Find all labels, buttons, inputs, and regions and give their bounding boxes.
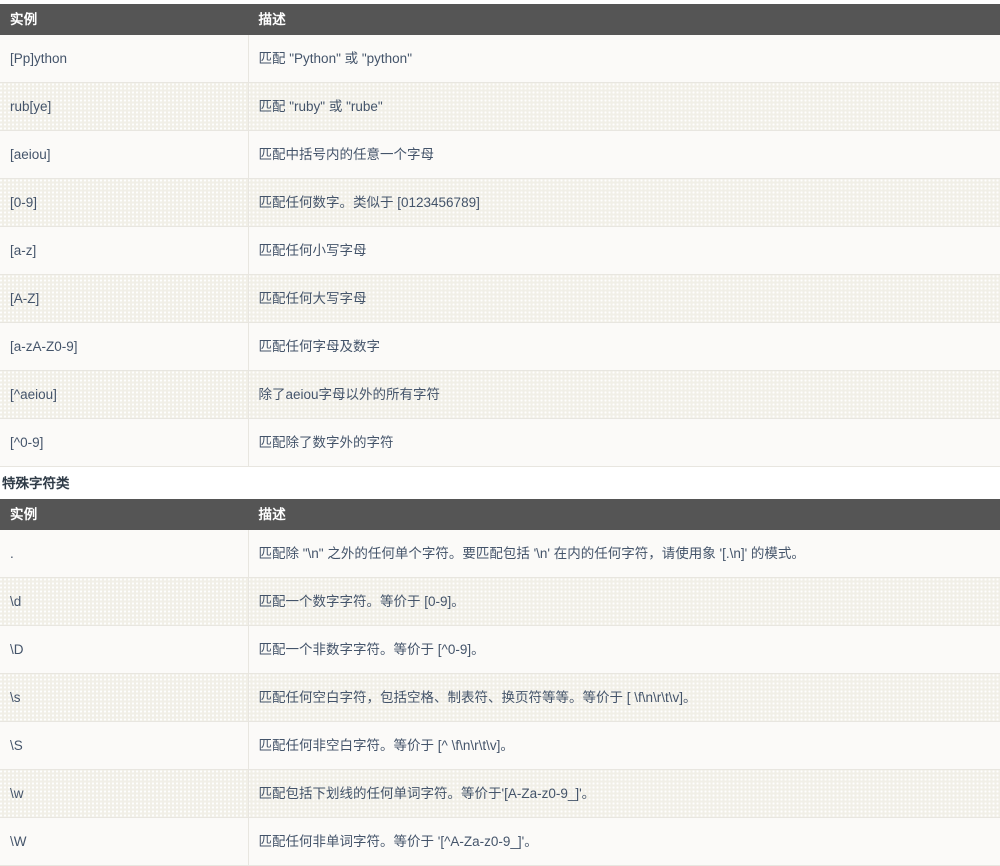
table-row: [^aeiou] 除了aeiou字母以外的所有字符 — [0, 370, 1000, 419]
column-header-example: 实例 — [0, 499, 248, 530]
cell-example: \d — [0, 577, 249, 626]
cell-description: 匹配任何大写字母 — [248, 274, 1000, 323]
cell-example: [A-Z] — [0, 274, 249, 323]
cell-description: 匹配一个非数字字符。等价于 [^0-9]。 — [248, 625, 1000, 674]
cell-description: 匹配 "Python" 或 "python" — [248, 35, 1000, 83]
table-row: [a-zA-Z0-9] 匹配任何字母及数字 — [0, 322, 1000, 371]
table-row: . 匹配除 "\n" 之外的任何单个字符。要匹配包括 '\n' 在内的任何字符，… — [0, 530, 1000, 578]
cell-example: \s — [0, 673, 249, 722]
table-header: 实例 描述 — [0, 4, 1000, 35]
cell-example: [aeiou] — [0, 130, 249, 179]
table-row: \D 匹配一个非数字字符。等价于 [^0-9]。 — [0, 625, 1000, 674]
cell-example: \S — [0, 721, 249, 770]
column-header-description: 描述 — [247, 4, 1000, 35]
section-heading-special-character-class: 特殊字符类 — [2, 476, 70, 491]
cell-description: 匹配包括下划线的任何单词字符。等价于'[A-Za-z0-9_]'。 — [248, 769, 1000, 818]
cell-description: 匹配任何字母及数字 — [248, 322, 1000, 371]
cell-example: [a-zA-Z0-9] — [0, 322, 249, 371]
cell-example: rub[ye] — [0, 82, 249, 131]
table-header-row: 实例 描述 — [0, 4, 1000, 35]
table-row: [^0-9] 匹配除了数字外的字符 — [0, 418, 1000, 467]
cell-example: [a-z] — [0, 226, 249, 275]
cell-example: [0-9] — [0, 178, 249, 227]
cell-description: 匹配一个数字字符。等价于 [0-9]。 — [248, 577, 1000, 626]
cell-example: \W — [0, 817, 249, 866]
cell-description: 匹配任何非单词字符。等价于 '[^A-Za-z0-9_]'。 — [248, 817, 1000, 866]
cell-example: \D — [0, 625, 249, 674]
cell-description: 匹配中括号内的任意一个字母 — [248, 130, 1000, 179]
cell-description: 匹配任何小写字母 — [248, 226, 1000, 275]
cell-description: 匹配除 "\n" 之外的任何单个字符。要匹配包括 '\n' 在内的任何字符，请使… — [248, 530, 1000, 578]
cell-description: 匹配 "ruby" 或 "rube" — [248, 82, 1000, 131]
table-header-row: 实例 描述 — [0, 499, 1000, 530]
special-character-class-table: 实例 描述 . 匹配除 "\n" 之外的任何单个字符。要匹配包括 '\n' 在内… — [0, 499, 1000, 866]
cell-description: 匹配任何非空白字符。等价于 [^ \f\n\r\t\v]。 — [248, 721, 1000, 770]
cell-description: 匹配除了数字外的字符 — [248, 418, 1000, 467]
cell-example: [Pp]ython — [0, 35, 249, 83]
table-body: [Pp]ython 匹配 "Python" 或 "python" rub[ye]… — [0, 35, 1000, 467]
table-row: [A-Z] 匹配任何大写字母 — [0, 274, 1000, 323]
table-row: [aeiou] 匹配中括号内的任意一个字母 — [0, 130, 1000, 179]
table-body: . 匹配除 "\n" 之外的任何单个字符。要匹配包括 '\n' 在内的任何字符，… — [0, 530, 1000, 866]
cell-example: \w — [0, 769, 249, 818]
table-row: [Pp]ython 匹配 "Python" 或 "python" — [0, 35, 1000, 83]
table-row: [a-z] 匹配任何小写字母 — [0, 226, 1000, 275]
cell-example: [^aeiou] — [0, 370, 249, 419]
cell-description: 除了aeiou字母以外的所有字符 — [248, 370, 1000, 419]
table-row: [0-9] 匹配任何数字。类似于 [0123456789] — [0, 178, 1000, 227]
column-header-example: 实例 — [0, 4, 248, 35]
cell-example: . — [0, 530, 249, 578]
table-row: \s 匹配任何空白字符，包括空格、制表符、换页符等等。等价于 [ \f\n\r\… — [0, 673, 1000, 722]
table-row: \W 匹配任何非单词字符。等价于 '[^A-Za-z0-9_]'。 — [0, 817, 1000, 866]
table-row: \w 匹配包括下划线的任何单词字符。等价于'[A-Za-z0-9_]'。 — [0, 769, 1000, 818]
table-row: rub[ye] 匹配 "ruby" 或 "rube" — [0, 82, 1000, 131]
regex-reference-page: 实例 描述 [Pp]ython 匹配 "Python" 或 "python" r… — [0, 0, 1000, 866]
cell-description: 匹配任何空白字符，包括空格、制表符、换页符等等。等价于 [ \f\n\r\t\v… — [248, 673, 1000, 722]
table-row: \S 匹配任何非空白字符。等价于 [^ \f\n\r\t\v]。 — [0, 721, 1000, 770]
column-header-description: 描述 — [247, 499, 1000, 530]
cell-description: 匹配任何数字。类似于 [0123456789] — [248, 178, 1000, 227]
table-row: \d 匹配一个数字字符。等价于 [0-9]。 — [0, 577, 1000, 626]
table-header: 实例 描述 — [0, 499, 1000, 530]
cell-example: [^0-9] — [0, 418, 249, 467]
character-class-table: 实例 描述 [Pp]ython 匹配 "Python" 或 "python" r… — [0, 4, 1000, 467]
